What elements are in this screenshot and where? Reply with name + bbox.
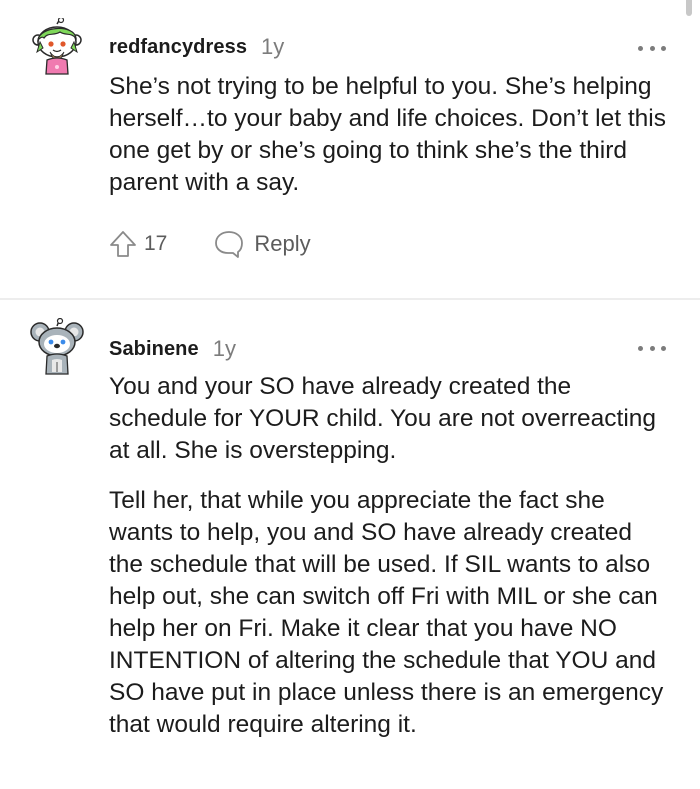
comment-paragraph: Tell her, that while you appreciate the … — [109, 487, 664, 738]
more-options-icon[interactable] — [638, 343, 666, 353]
upvote-arrow-icon[interactable] — [108, 229, 138, 259]
vote-count: 17 — [144, 232, 168, 255]
snoo-avatar-green-hair-icon — [32, 16, 82, 75]
comment-paragraph: She’s not trying to be helpful to you. S… — [109, 73, 666, 196]
reply-button[interactable]: Reply — [213, 229, 311, 259]
comment-age: 1y — [261, 34, 285, 59]
username[interactable]: Sabinene — [109, 338, 199, 361]
chat-bubble-icon — [215, 231, 244, 258]
comment-body: You and your SO have already created the… — [109, 371, 670, 759]
vote-control: 17 — [108, 229, 167, 259]
reply-label: Reply — [254, 231, 311, 256]
comment-header: Sabinene 1y — [109, 334, 236, 364]
avatar[interactable] — [30, 317, 84, 376]
comment-body: She’s not trying to be helpful to you. S… — [109, 71, 670, 217]
comment-actions: 17 Reply — [108, 227, 311, 261]
comment: Sabinene 1y You and your SO have already… — [0, 300, 700, 789]
username[interactable]: redfancydress — [109, 36, 247, 59]
comment-header: redfancydress 1y — [109, 32, 284, 62]
snoo-avatar-koala-icon — [30, 317, 84, 375]
more-options-icon[interactable] — [638, 43, 666, 53]
comment-paragraph: You and your SO have already created the… — [109, 373, 657, 464]
comment-age: 1y — [212, 336, 236, 361]
avatar[interactable] — [30, 16, 84, 76]
comment: redfancydress 1y She’s not trying to be … — [0, 0, 700, 298]
